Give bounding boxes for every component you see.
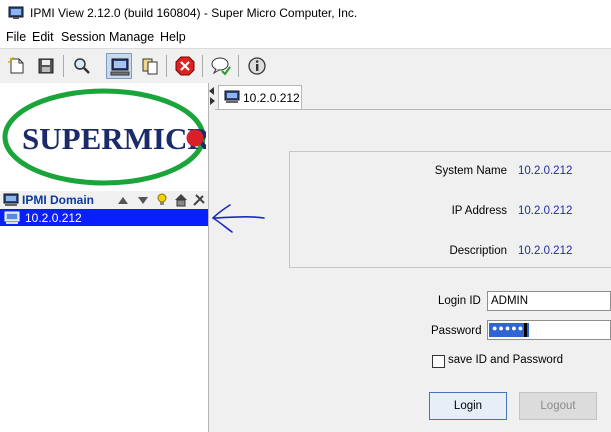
save-credentials-label: save ID and Password — [448, 354, 564, 366]
chat-icon — [211, 57, 231, 76]
menu-edit[interactable]: Edit — [32, 30, 54, 44]
info-button[interactable] — [244, 53, 270, 79]
stop-icon — [175, 56, 195, 76]
ip-address-value: 10.2.0.212 — [518, 205, 573, 217]
menu-file[interactable]: File — [6, 30, 26, 44]
search-icon — [74, 58, 90, 74]
save-button[interactable] — [33, 53, 59, 79]
app-icon — [8, 6, 24, 19]
domain-tree-pane: SUPERMICR IPMI Domain 10.2.0.212 — [0, 83, 209, 432]
copy-icon — [142, 58, 158, 75]
domain-icon — [3, 193, 19, 206]
login-id-label: Login ID — [438, 295, 481, 307]
domain-header: IPMI Domain — [0, 191, 208, 209]
save-icon — [38, 58, 54, 74]
menu-manage[interactable]: Manage — [109, 30, 154, 44]
system-name-value: 10.2.0.212 — [518, 165, 573, 177]
title-bar: IPMI View 2.12.0 (build 160804) - Super … — [0, 0, 611, 28]
new-button[interactable] — [4, 53, 30, 79]
tab-host[interactable]: 10.2.0.212 — [218, 85, 302, 109]
password-label: Password — [431, 325, 482, 337]
tree-item-label: 10.2.0.212 — [25, 211, 82, 225]
logo-text: SUPERMICR — [22, 121, 206, 156]
host-icon — [4, 211, 20, 224]
toolbar-separator — [166, 55, 167, 77]
menu-session[interactable]: Session — [61, 30, 105, 44]
password-selection: ●●●●● — [489, 323, 529, 337]
monitor-icon — [110, 58, 130, 76]
toolbar-separator — [202, 55, 203, 77]
login-id-input[interactable]: ADMIN — [487, 291, 611, 311]
save-credentials-checkbox[interactable] — [432, 355, 445, 368]
copy-button[interactable] — [137, 53, 163, 79]
window-title: IPMI View 2.12.0 (build 160804) - Super … — [30, 6, 358, 20]
system-name-label: System Name — [434, 165, 507, 177]
house-icon[interactable] — [174, 193, 188, 207]
host-icon — [224, 90, 240, 103]
supermicro-logo: SUPERMICR — [2, 88, 206, 186]
up-arrow-icon[interactable] — [116, 193, 130, 207]
stop-button[interactable] — [172, 53, 198, 79]
down-arrow-icon[interactable] — [136, 193, 150, 207]
text-cursor — [524, 323, 527, 337]
info-icon — [248, 57, 266, 75]
monitor-button[interactable] — [106, 53, 132, 79]
new-icon — [8, 57, 24, 74]
menu-help[interactable]: Help — [160, 30, 186, 44]
logout-button: Logout — [519, 392, 597, 420]
password-mask: ●●●●● — [492, 323, 525, 333]
tab-strip: 10.2.0.212 — [215, 83, 611, 110]
login-button[interactable]: Login — [429, 392, 507, 420]
tree-item-host[interactable]: 10.2.0.212 — [0, 209, 208, 226]
description-label: Description — [449, 245, 507, 257]
chat-button[interactable] — [208, 53, 234, 79]
tools-icon[interactable] — [192, 193, 206, 207]
toolbar — [0, 48, 611, 84]
search-button[interactable] — [69, 53, 95, 79]
ip-address-label: IP Address — [451, 205, 507, 217]
tab-label: 10.2.0.212 — [243, 91, 300, 105]
toolbar-separator — [63, 55, 64, 77]
description-value: 10.2.0.212 — [518, 245, 573, 257]
menu-bar: File Edit Session Manage Help — [0, 28, 611, 48]
annotation-arrow — [211, 204, 265, 233]
toolbar-separator — [238, 55, 239, 77]
domain-label: IPMI Domain — [22, 193, 95, 207]
bulb-icon[interactable] — [155, 193, 169, 207]
